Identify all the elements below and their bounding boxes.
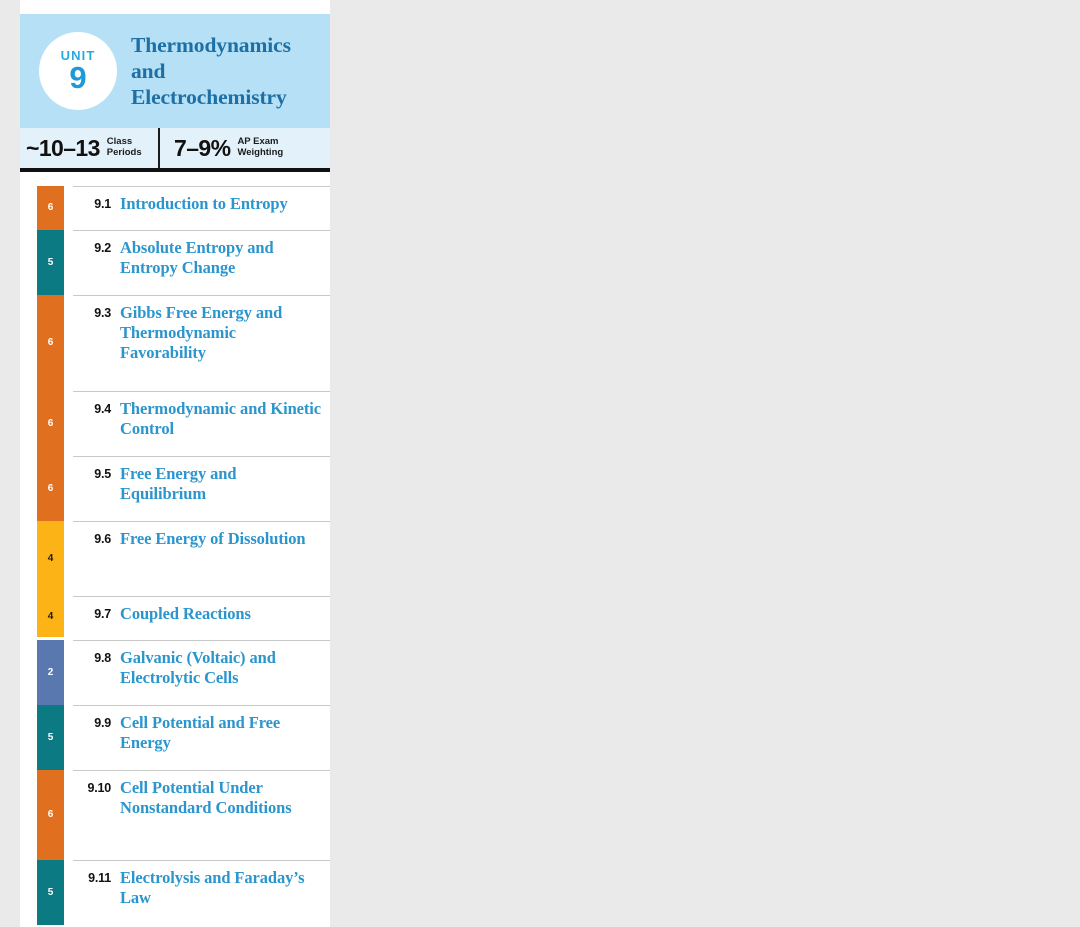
- exam-weighting-value: 7–9%: [174, 134, 231, 161]
- exam-weighting-label: AP Exam Weighting: [237, 137, 283, 158]
- topic-number: 9.4: [94, 402, 111, 416]
- topic-title-link[interactable]: Coupled Reactions: [120, 604, 251, 624]
- topic-title-link[interactable]: Introduction to Entropy: [120, 194, 288, 214]
- unit-badge: UNIT 9: [39, 32, 117, 110]
- class-periods-label: Class Periods: [107, 137, 142, 158]
- topic-periods-count: 5: [47, 731, 54, 743]
- topic-title-link[interactable]: Galvanic (Voltaic) and Electrolytic Cell…: [120, 648, 322, 688]
- topic-title-link[interactable]: Gibbs Free Energy and Thermodynamic Favo…: [120, 303, 322, 363]
- topic-row[interactable]: 5 9.9 Cell Potential and Free Energy: [20, 705, 330, 770]
- topic-periods-bar: 6: [37, 295, 64, 391]
- topic-title-link[interactable]: Electrolysis and Faraday’s Law: [120, 868, 322, 908]
- topic-row[interactable]: 6 9.3 Gibbs Free Energy and Thermodynamic …: [20, 295, 330, 391]
- topic-periods-bar: 6: [37, 770, 64, 860]
- topic-periods-bar: 5: [37, 705, 64, 770]
- topic-title-link[interactable]: Cell Potential and Free Energy: [120, 713, 322, 753]
- unit-title: Thermodynamics and Electrochemistry: [131, 33, 291, 109]
- topic-title-link[interactable]: Cell Potential Under Nonstandard Conditi…: [120, 778, 322, 818]
- topic-periods-count: 2: [47, 666, 54, 678]
- topic-row[interactable]: 6 9.1 Introduction to Entropy: [20, 186, 330, 230]
- topic-body: 9.2 Absolute Entropy and Entropy Change: [73, 230, 330, 295]
- topic-periods-count: 6: [47, 482, 54, 494]
- topic-title-link[interactable]: Free Energy of Dissolution: [120, 529, 306, 549]
- topic-row[interactable]: 6 9.10 Cell Potential Under Nonstandard Co…: [20, 770, 330, 860]
- topic-body: 9.3 Gibbs Free Energy and Thermodynamic F…: [73, 295, 330, 391]
- topic-row[interactable]: 4 9.7 Coupled Reactions: [20, 596, 330, 640]
- topic-body: 9.11 Electrolysis and Faraday’s Law: [73, 860, 330, 925]
- exam-weighting-label-line1: AP Exam: [237, 136, 279, 148]
- topic-number: 9.2: [94, 241, 111, 255]
- topic-row[interactable]: 4 9.6 Free Energy of Dissolution: [20, 521, 330, 596]
- topic-row[interactable]: 2 9.8 Galvanic (Voltaic) and Electrolytic …: [20, 640, 330, 705]
- class-periods-label-line2: Periods: [106, 147, 142, 158]
- topic-periods-bar: 4: [37, 521, 64, 596]
- topic-periods-count: 6: [47, 337, 54, 348]
- topic-periods-count: 4: [47, 610, 54, 622]
- class-periods-label-line1: Class: [106, 136, 133, 148]
- topic-body: 9.5 Free Energy and Equilibrium: [73, 456, 330, 521]
- class-periods-value: ~10–13: [26, 134, 100, 161]
- topic-periods-count: 5: [47, 886, 54, 898]
- stat-exam-weighting: 7–9% AP Exam Weighting: [158, 128, 283, 168]
- topic-periods-count: 5: [47, 256, 54, 268]
- topic-periods-count: 6: [47, 202, 54, 213]
- topic-body: 9.9 Cell Potential and Free Energy: [73, 705, 330, 770]
- unit-badge-number: 9: [69, 60, 87, 96]
- topic-number: 9.5: [94, 467, 111, 481]
- topic-periods-count: 6: [47, 809, 54, 820]
- topic-periods-bar: 2: [37, 640, 64, 705]
- topic-periods-bar: 4: [37, 596, 64, 637]
- topic-periods-bar: 5: [37, 230, 64, 295]
- topic-number: 9.7: [94, 607, 111, 621]
- unit-header: UNIT 9 Thermodynamics and Electrochemist…: [20, 14, 330, 128]
- topic-number: 9.3: [94, 306, 111, 320]
- stat-class-periods: ~10–13 Class Periods: [20, 128, 158, 168]
- topic-number: 9.6: [94, 532, 111, 546]
- stats-divider-rule: [20, 168, 330, 172]
- topic-title-link[interactable]: Free Energy and Equilibrium: [120, 464, 322, 504]
- topic-number: 9.9: [94, 716, 111, 730]
- topic-periods-bar: 6: [37, 186, 64, 230]
- topic-row[interactable]: 6 9.5 Free Energy and Equilibrium: [20, 456, 330, 521]
- topic-row[interactable]: 5 9.2 Absolute Entropy and Entropy Change: [20, 230, 330, 295]
- topic-body: 9.4 Thermodynamic and Kinetic Control: [73, 391, 330, 456]
- topic-periods-bar: 6: [37, 456, 64, 521]
- topic-row[interactable]: 5 9.11 Electrolysis and Faraday’s Law: [20, 860, 330, 925]
- topic-row[interactable]: 6 9.4 Thermodynamic and Kinetic Control: [20, 391, 330, 456]
- exam-weighting-label-line2: Weighting: [237, 147, 284, 158]
- topic-body: 9.7 Coupled Reactions: [73, 596, 330, 640]
- topic-periods-count: 6: [47, 417, 54, 429]
- topic-number: 9.1: [94, 197, 111, 211]
- topic-number: 9.10: [87, 781, 111, 795]
- topic-periods-count: 4: [47, 552, 54, 564]
- topic-title-link[interactable]: Thermodynamic and Kinetic Control: [120, 399, 322, 439]
- topic-list: 6 9.1 Introduction to Entropy 5 9.2 Absolute …: [20, 186, 330, 925]
- topic-number: 9.11: [88, 871, 111, 885]
- topic-title-link[interactable]: Absolute Entropy and Entropy Change: [120, 238, 322, 278]
- topic-periods-bar: 6: [37, 391, 64, 456]
- unit-panel: UNIT 9 Thermodynamics and Electrochemist…: [20, 0, 330, 927]
- topic-body: 9.10 Cell Potential Under Nonstandard Con…: [73, 770, 330, 860]
- topic-body: 9.1 Introduction to Entropy: [73, 186, 330, 230]
- topic-number: 9.8: [94, 651, 111, 665]
- topic-periods-bar: 5: [37, 860, 64, 925]
- topic-body: 9.8 Galvanic (Voltaic) and Electrolytic C…: [73, 640, 330, 705]
- unit-stats-bar: ~10–13 Class Periods 7–9% AP Exam Weight…: [20, 128, 330, 168]
- topic-body: 9.6 Free Energy of Dissolution: [73, 521, 330, 596]
